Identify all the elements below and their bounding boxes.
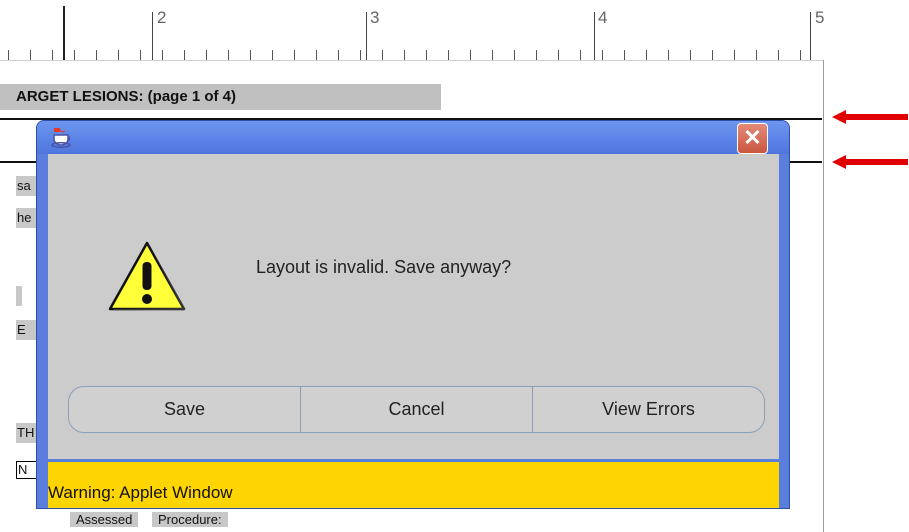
form-section-heading: ARGET LESIONS: (page 1 of 4) (0, 84, 441, 110)
ruler-tick (96, 50, 97, 60)
dialog-title-bar[interactable]: ✕ (37, 121, 789, 154)
ruler-tick (492, 50, 493, 60)
ruler-cursor (63, 6, 65, 60)
ruler-tick (712, 50, 713, 60)
ruler-major-tick (810, 12, 811, 60)
ruler-major-tick (366, 12, 367, 60)
ruler-tick (118, 50, 119, 60)
close-icon: ✕ (743, 125, 762, 150)
ruler-tick (734, 50, 735, 60)
ruler-major-tick (594, 12, 595, 60)
ruler-tick (624, 50, 625, 60)
ruler-tick (382, 50, 383, 60)
close-button[interactable]: ✕ (737, 123, 768, 154)
ruler-tick (646, 50, 647, 60)
procedure-label: Procedure: (152, 512, 228, 527)
assessed-label: Assessed (70, 512, 139, 527)
ruler-label-4: 4 (598, 8, 608, 27)
ruler-tick (514, 50, 515, 60)
form-divider (0, 118, 822, 120)
form-field-fragment[interactable]: N (16, 461, 38, 479)
ruler-major-tick (152, 12, 153, 60)
ruler-tick (558, 50, 559, 60)
ruler: 2 3 4 5 (0, 0, 825, 60)
ruler-tick (448, 50, 449, 60)
ruler-tick (206, 50, 207, 60)
ruler-tick (360, 50, 361, 60)
ruler-tick (470, 50, 471, 60)
annotation-arrow-left-icon (832, 155, 908, 169)
page-right-edge (823, 60, 824, 532)
ruler-tick (162, 50, 163, 60)
ruler-tick (8, 50, 9, 60)
form-bottom-labels: Assessed Procedure: (70, 512, 238, 532)
ruler-tick (426, 50, 427, 60)
ruler-tick (228, 50, 229, 60)
ruler-tick (30, 50, 31, 60)
ruler-tick (668, 50, 669, 60)
save-layout-dialog: ✕ Layout is invalid. Save anyway? Save C… (37, 121, 789, 508)
ruler-tick (338, 50, 339, 60)
form-field-fragment (16, 286, 22, 306)
ruler-tick (404, 50, 405, 60)
ruler-tick (580, 50, 581, 60)
dialog-message: Layout is invalid. Save anyway? (256, 257, 512, 277)
ruler-baseline (0, 60, 823, 61)
ruler-tick (250, 50, 251, 60)
ruler-tick (184, 50, 185, 60)
ruler-label-2: 2 (157, 8, 167, 27)
ruler-label-5: 5 (815, 8, 825, 27)
ruler-tick (690, 50, 691, 60)
dialog-button-group: Save Cancel View Errors (68, 386, 765, 433)
applet-warning-bar: Warning: Applet Window (48, 459, 779, 508)
view-errors-button[interactable]: View Errors (532, 387, 764, 432)
ruler-tick (536, 50, 537, 60)
annotation-arrow-left-icon (832, 110, 908, 124)
java-cup-icon (51, 128, 73, 148)
cancel-button[interactable]: Cancel (300, 387, 532, 432)
ruler-tick (800, 50, 801, 60)
ruler-tick (294, 50, 295, 60)
ruler-tick (140, 50, 141, 60)
save-button[interactable]: Save (69, 387, 300, 432)
ruler-tick (74, 50, 75, 60)
ruler-tick (52, 50, 53, 60)
ruler-tick (316, 50, 317, 60)
ruler-tick (756, 50, 757, 60)
ruler-tick (778, 50, 779, 60)
applet-warning-text: Warning: Applet Window (48, 483, 233, 502)
dialog-body: Layout is invalid. Save anyway? Save Can… (48, 154, 779, 459)
ruler-tick (272, 50, 273, 60)
ruler-label-3: 3 (370, 8, 380, 27)
ruler-tick (602, 50, 603, 60)
warning-triangle-icon (107, 240, 187, 312)
